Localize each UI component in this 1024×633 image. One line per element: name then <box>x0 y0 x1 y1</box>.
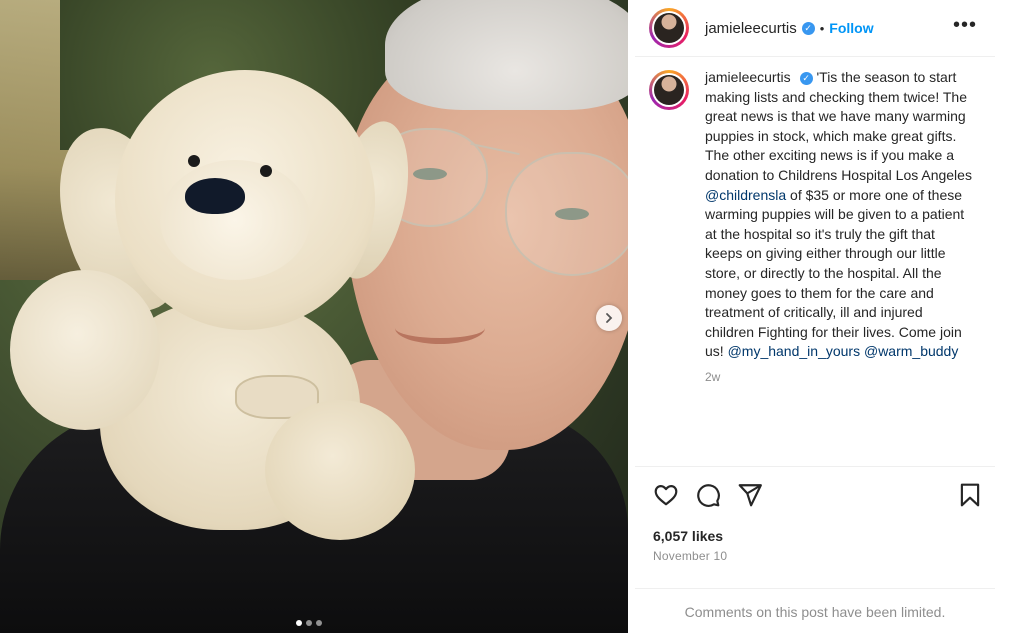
carousel-dot <box>296 620 302 626</box>
comments-limited-notice: Comments on this post have been limited. <box>684 604 946 620</box>
carousel-dot <box>306 620 312 626</box>
header-username[interactable]: jamieleecurtis <box>705 20 797 37</box>
carousel-indicator <box>296 620 322 626</box>
post-age: 2w <box>705 369 721 384</box>
carousel-dot <box>316 620 322 626</box>
next-arrow-icon <box>606 313 613 323</box>
next-photo-button[interactable] <box>596 305 622 331</box>
mention-link[interactable]: @warm_buddy <box>864 343 958 359</box>
post-photo[interactable] <box>0 0 628 633</box>
like-heart-icon[interactable] <box>653 482 679 508</box>
action-bar <box>653 480 983 510</box>
mention-link[interactable]: @my_hand_in_yours <box>728 343 861 359</box>
plush-snout <box>160 160 310 280</box>
smile <box>395 312 485 344</box>
post-header: jamieleecurtis ✓ • Follow ••• <box>635 0 995 56</box>
more-options-icon[interactable]: ••• <box>953 14 977 37</box>
plush-eye-right <box>260 165 272 177</box>
plush-puppy <box>10 70 421 540</box>
caption-text: jamieleecurtis ✓ 'Tis the season to start… <box>705 68 973 388</box>
post-date: November 10 <box>653 549 728 563</box>
plush-eye-left <box>188 155 200 167</box>
divider <box>635 588 995 589</box>
share-icon[interactable] <box>737 482 763 508</box>
plush-paw <box>265 400 415 540</box>
hair <box>385 0 628 110</box>
post-sidebar: jamieleecurtis ✓ • Follow ••• jamieleecu… <box>635 0 995 633</box>
plush-arm <box>10 270 160 430</box>
likes-count[interactable]: 6,057 likes <box>653 528 723 544</box>
glasses-lens-right <box>505 152 628 276</box>
bookmark-icon[interactable] <box>957 482 983 508</box>
caption-body-2: of $35 or more one of these warming pupp… <box>705 186 965 360</box>
avatar[interactable] <box>649 8 689 48</box>
divider <box>635 56 995 57</box>
caption-avatar[interactable] <box>649 70 689 110</box>
caption: jamieleecurtis ✓ 'Tis the season to start… <box>649 68 989 388</box>
caption-body-1: 'Tis the season to start making lists an… <box>705 69 972 183</box>
plush-nose <box>185 178 245 214</box>
verified-badge-icon: ✓ <box>799 72 813 85</box>
mention-link[interactable]: @childrensla <box>705 187 786 203</box>
divider <box>635 466 995 467</box>
follow-button[interactable]: Follow <box>829 20 873 36</box>
caption-username[interactable]: jamieleecurtis <box>705 69 791 85</box>
header-separator: • <box>819 20 825 36</box>
verified-badge-icon: ✓ <box>801 21 815 35</box>
comment-icon[interactable] <box>695 482 721 508</box>
